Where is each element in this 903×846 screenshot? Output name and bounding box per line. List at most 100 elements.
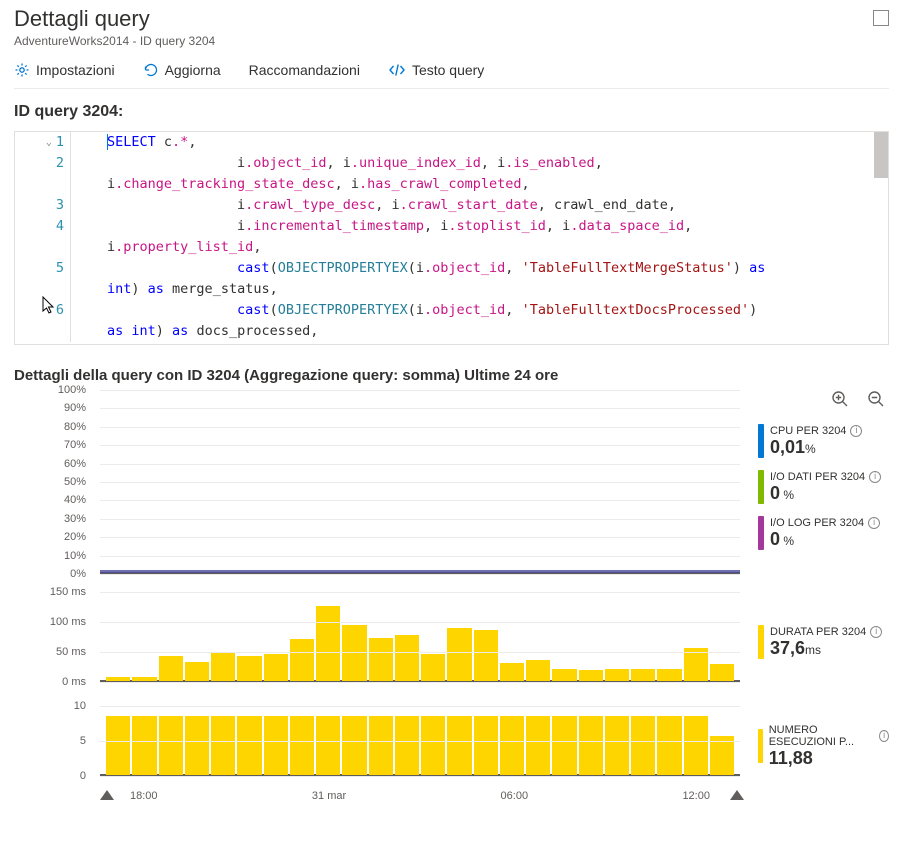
- info-icon[interactable]: i: [879, 730, 889, 742]
- header: Dettagli query AdventureWorks2014 - ID q…: [14, 6, 889, 48]
- info-icon[interactable]: i: [850, 425, 862, 437]
- bar[interactable]: [316, 716, 340, 775]
- bar[interactable]: [159, 716, 183, 775]
- bar[interactable]: [159, 656, 183, 681]
- bar[interactable]: [710, 664, 734, 681]
- legend-swatch: [758, 625, 764, 659]
- settings-label: Impostazioni: [36, 62, 115, 78]
- zoom-out-icon[interactable]: [867, 390, 885, 408]
- chart-heading: Dettagli della query con ID 3204 (Aggreg…: [14, 367, 889, 384]
- bar[interactable]: [552, 716, 576, 775]
- bar[interactable]: [474, 716, 498, 775]
- bar[interactable]: [106, 716, 130, 775]
- bar[interactable]: [369, 638, 393, 681]
- zoom-controls: [831, 390, 885, 408]
- bar[interactable]: [605, 716, 629, 775]
- legend-value: 0: [770, 529, 780, 549]
- bar[interactable]: [500, 716, 524, 775]
- x-tick-label: 12:00: [682, 790, 710, 802]
- legend-io[interactable]: I/O DATI PER 3204i 0 %: [758, 470, 881, 504]
- query-text-button[interactable]: Testo query: [388, 62, 484, 78]
- legend-value: 37,6: [770, 638, 805, 658]
- legend-unit: ms: [805, 643, 821, 657]
- bar[interactable]: [579, 716, 603, 775]
- legend-log[interactable]: I/O LOG PER 3204i 0 %: [758, 516, 881, 550]
- exec-chart-row: 1050 NUMERO ESECUZIONI P...i 11,88: [14, 706, 889, 786]
- scrollbar-thumb[interactable]: [874, 132, 888, 178]
- page-subtitle: AdventureWorks2014 - ID query 3204: [14, 34, 215, 48]
- bar[interactable]: [631, 716, 655, 775]
- bar[interactable]: [132, 677, 156, 681]
- bar[interactable]: [211, 653, 235, 681]
- legend-swatch: [758, 470, 764, 504]
- chart-grid: [100, 592, 740, 682]
- bar[interactable]: [316, 606, 340, 681]
- bar[interactable]: [290, 716, 314, 775]
- bar[interactable]: [526, 716, 550, 775]
- bar[interactable]: [605, 669, 629, 681]
- query-text-label: Testo query: [412, 62, 484, 78]
- bar[interactable]: [684, 716, 708, 775]
- recommendations-button[interactable]: Raccomandazioni: [249, 62, 360, 78]
- bar[interactable]: [395, 716, 419, 775]
- bar[interactable]: [342, 625, 366, 681]
- legend-swatch: [758, 729, 763, 763]
- bar[interactable]: [421, 654, 445, 681]
- legend-swatch: [758, 516, 764, 550]
- legend-cpu[interactable]: CPU PER 3204i 0,01%: [758, 424, 881, 458]
- bar[interactable]: [447, 628, 471, 681]
- maximize-icon[interactable]: [873, 10, 889, 26]
- bar[interactable]: [211, 716, 235, 775]
- bar[interactable]: [526, 660, 550, 681]
- bar[interactable]: [631, 669, 655, 681]
- bar[interactable]: [264, 716, 288, 775]
- chart-grid: [100, 390, 740, 574]
- bar[interactable]: [264, 654, 288, 681]
- bar[interactable]: [421, 716, 445, 775]
- bar[interactable]: [447, 716, 471, 775]
- legend-value: 0,01: [770, 437, 805, 457]
- bar[interactable]: [369, 716, 393, 775]
- info-icon[interactable]: i: [869, 471, 881, 483]
- bar[interactable]: [106, 677, 130, 681]
- info-icon[interactable]: i: [868, 517, 880, 529]
- sql-editor[interactable]: ⌄123456 SELECT c.*, i.object_id, i.uniqu…: [14, 131, 889, 345]
- query-id-heading: ID query 3204:: [14, 103, 889, 121]
- code-body[interactable]: SELECT c.*, i.object_id, i.unique_index_…: [71, 132, 888, 342]
- x-tick-label: 06:00: [501, 790, 529, 802]
- legend-value: 0: [770, 483, 780, 503]
- settings-button[interactable]: Impostazioni: [14, 62, 115, 78]
- zoom-in-icon[interactable]: [831, 390, 849, 408]
- legend-name: CPU PER 3204: [770, 425, 846, 437]
- refresh-button[interactable]: Aggiorna: [143, 62, 221, 78]
- bar[interactable]: [290, 639, 314, 681]
- duration-chart[interactable]: 150 ms100 ms50 ms0 ms: [14, 592, 740, 692]
- legend-exec[interactable]: NUMERO ESECUZIONI P...i 11,88: [758, 724, 889, 769]
- info-icon[interactable]: i: [870, 626, 882, 638]
- bar[interactable]: [237, 656, 261, 681]
- refresh-icon: [143, 62, 159, 78]
- x-tick-label: 31 mar: [312, 790, 346, 802]
- bar[interactable]: [395, 635, 419, 681]
- bar[interactable]: [657, 716, 681, 775]
- percent-chart[interactable]: 100%90%80%70%60%50%40%30%20%10%0%: [14, 390, 740, 584]
- bar[interactable]: [500, 663, 524, 681]
- toolbar: Impostazioni Aggiorna Raccomandazioni Te…: [14, 62, 889, 78]
- legend-name: DURATA PER 3204: [770, 626, 866, 638]
- exec-legend: NUMERO ESECUZIONI P...i 11,88: [758, 706, 889, 786]
- bar[interactable]: [132, 716, 156, 775]
- bar[interactable]: [579, 670, 603, 681]
- bar[interactable]: [185, 662, 209, 681]
- legend-duration[interactable]: DURATA PER 3204 i 37,6ms: [758, 625, 882, 659]
- legend-name: NUMERO ESECUZIONI P...: [769, 724, 876, 748]
- bar[interactable]: [657, 669, 681, 681]
- legend-unit: %: [780, 534, 794, 548]
- bar[interactable]: [237, 716, 261, 775]
- bar[interactable]: [552, 669, 576, 681]
- bar[interactable]: [185, 716, 209, 775]
- divider: [14, 88, 889, 89]
- exec-chart[interactable]: 1050: [14, 706, 740, 786]
- percent-legend: CPU PER 3204 i 0,01% I/O DATI PER 3204i 0…: [758, 390, 881, 584]
- bar[interactable]: [342, 716, 366, 775]
- bar[interactable]: [474, 630, 498, 681]
